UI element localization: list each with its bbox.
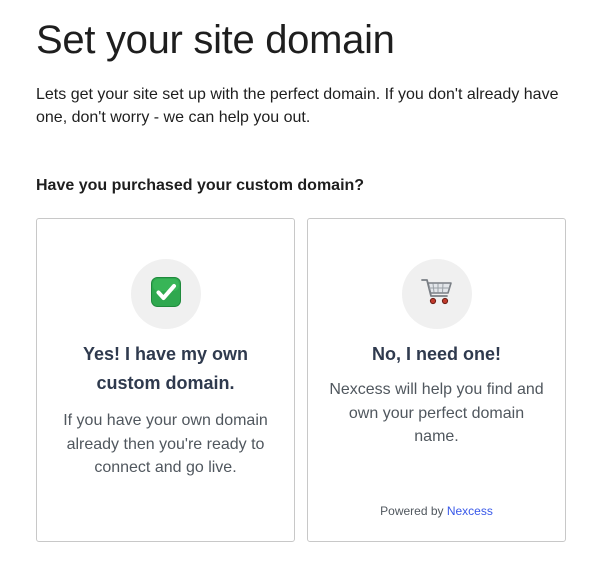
have-domain-description: If you have your own domain already then…	[63, 412, 268, 476]
need-domain-option-card[interactable]: No, I need one! Nexcess will help you fi…	[307, 218, 566, 542]
need-domain-description: Nexcess will help you find and own your …	[329, 381, 544, 445]
have-domain-option-card[interactable]: Yes! I have my own custom domain. If you…	[36, 218, 295, 542]
icon-circle	[130, 259, 201, 329]
page-title: Set your site domain	[36, 18, 395, 62]
icon-circle	[401, 259, 472, 329]
shopping-cart-icon	[420, 277, 453, 312]
have-domain-title: Yes! I have my own custom domain.	[82, 344, 249, 393]
intro-text: Lets get your site set up with the perfe…	[36, 86, 559, 126]
powered-by-prefix: Powered by	[380, 504, 447, 518]
domain-question: Have you purchased your custom domain?	[36, 177, 365, 194]
need-domain-title: No, I need one!	[371, 344, 501, 364]
check-mark-icon	[150, 276, 181, 312]
nexcess-link[interactable]: Nexcess	[447, 504, 493, 518]
powered-by-text: Powered by Nexcess	[308, 503, 565, 519]
